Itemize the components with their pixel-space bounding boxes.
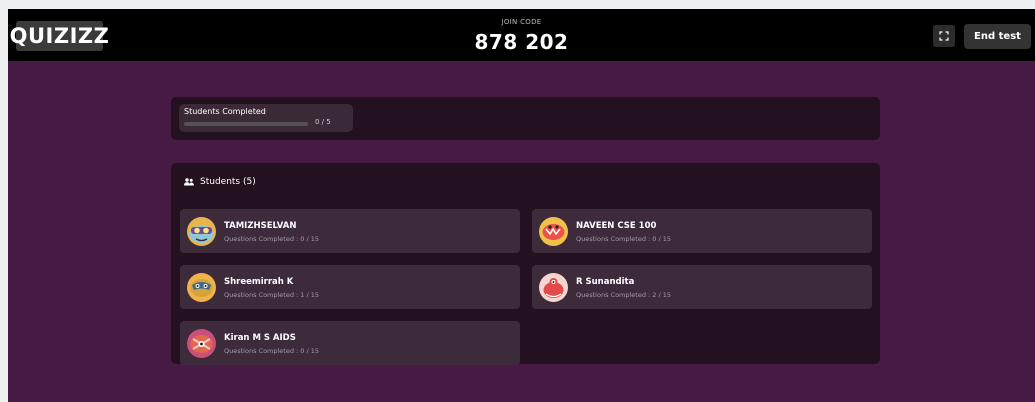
student-progress: Questions Completed : 1 / 15 xyxy=(224,291,320,299)
students-panel: Students (5) TAMIZHSELVAN Questions Comp… xyxy=(171,163,880,365)
monster-red-icon xyxy=(539,273,568,302)
student-progress: Questions Completed : 0 / 15 xyxy=(224,347,320,355)
join-code-value: 878 202 xyxy=(474,30,569,54)
join-code-label: JOIN CODE xyxy=(501,18,542,26)
completed-progress-bar xyxy=(184,122,308,126)
student-name: TAMIZHSELVAN xyxy=(224,221,297,231)
top-bar: QUIZIZZ JOIN CODE 878 202 End test xyxy=(8,9,1035,61)
end-test-button[interactable]: End test xyxy=(964,24,1031,49)
student-name: Shreemirrah K xyxy=(224,277,294,287)
users-icon xyxy=(184,178,194,186)
students-completed-card: Students Completed 0 / 5 xyxy=(179,104,353,132)
student-progress: Questions Completed : 0 / 15 xyxy=(576,235,672,243)
students-title: Students (5) xyxy=(200,177,256,187)
student-name: Kiran M S AIDS xyxy=(224,333,296,343)
completed-panel: Students Completed 0 / 5 xyxy=(171,97,880,140)
student-card[interactable]: Kiran M S AIDS Questions Completed : 0 /… xyxy=(180,321,520,365)
monster-yellow-mask-icon xyxy=(187,273,216,302)
completed-count: 0 / 5 xyxy=(315,118,331,126)
student-progress: Questions Completed : 0 / 15 xyxy=(224,235,320,243)
fullscreen-icon xyxy=(939,31,949,41)
students-header: Students (5) xyxy=(184,177,256,187)
monster-yellow-goggles-icon xyxy=(187,217,216,246)
student-card[interactable]: TAMIZHSELVAN Questions Completed : 0 / 1… xyxy=(180,209,520,253)
screen: QUIZIZZ JOIN CODE 878 202 End test Stude… xyxy=(0,0,1035,402)
student-card[interactable]: NAVEEN CSE 100 Questions Completed : 0 /… xyxy=(532,209,872,253)
students-completed-title: Students Completed xyxy=(184,107,266,116)
fullscreen-button[interactable] xyxy=(933,25,955,47)
student-card[interactable]: R Sunandita Questions Completed : 2 / 15 xyxy=(532,265,872,309)
student-name: NAVEEN CSE 100 xyxy=(576,221,657,231)
monster-pink-icon xyxy=(187,329,216,358)
student-name: R Sunandita xyxy=(576,277,635,287)
student-progress: Questions Completed : 2 / 15 xyxy=(576,291,672,299)
monster-orange-icon xyxy=(539,217,568,246)
quizizz-app: QUIZIZZ JOIN CODE 878 202 End test Stude… xyxy=(8,9,1035,402)
student-card[interactable]: Shreemirrah K Questions Completed : 1 / … xyxy=(180,265,520,309)
